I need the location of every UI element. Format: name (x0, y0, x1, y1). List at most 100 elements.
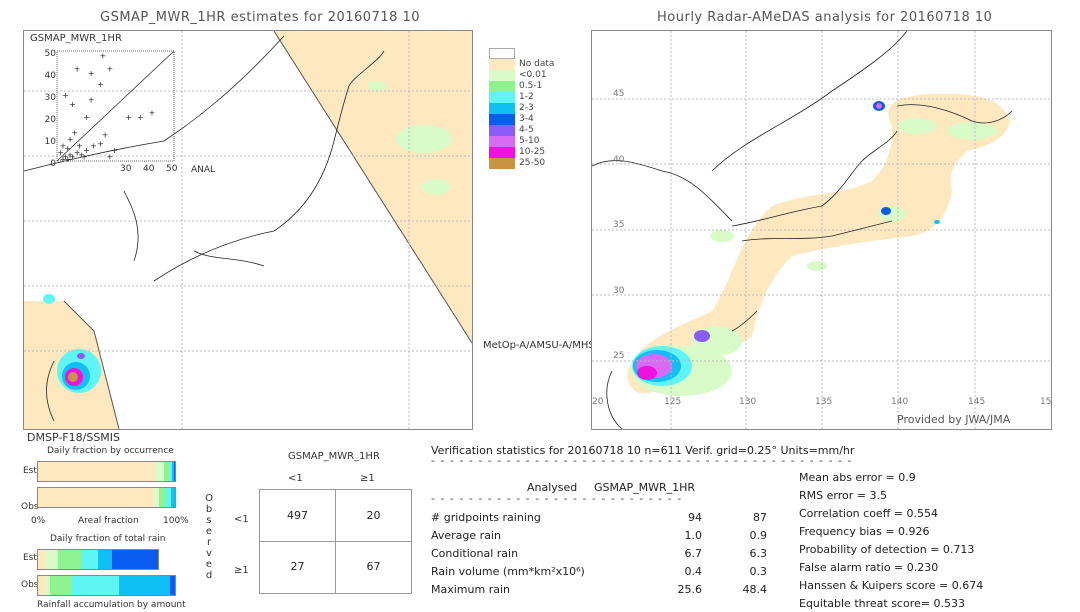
legend-swatch (489, 48, 515, 59)
legend-swatch (489, 136, 515, 147)
occurrence-est-segment (38, 462, 156, 481)
scatter-x-tick: 30 (120, 164, 132, 174)
legend-swatch (489, 70, 515, 81)
legend-swatch (489, 158, 515, 169)
score-item: Frequency bias = 0.926 (799, 525, 930, 538)
scatter-point: + (60, 142, 67, 151)
rain-est-segment (97, 550, 113, 569)
rain-obs-segment (169, 576, 175, 595)
stat-label: Conditional rain (431, 547, 519, 560)
observed-letter: e (205, 526, 213, 537)
rain-obs-segment (50, 576, 73, 595)
legend-label: 4-5 (519, 125, 534, 135)
contingency-cell: 67 (366, 560, 381, 573)
stat-estimate-value: 87 (753, 511, 767, 524)
right-map-canvas (592, 31, 1051, 429)
legend-swatch (489, 125, 515, 136)
legend-label: No data (519, 59, 555, 69)
occurrence-obs-bar (37, 487, 176, 508)
score-item: Hanssen & Kuipers score = 0.674 (799, 579, 984, 592)
score-item: Mean abs error = 0.9 (799, 471, 916, 484)
observed-letter: e (205, 559, 213, 570)
occurrence-est-segment (155, 462, 165, 481)
stat-estimate-value: 0.3 (749, 565, 768, 578)
observed-letter: v (206, 548, 212, 559)
lat-tick: 35 (613, 220, 625, 230)
scatter-point: + (74, 65, 81, 74)
total-rain-obs-bar (37, 575, 176, 596)
contingency-title: GSMAP_MWR_1HR (288, 451, 380, 462)
lat-tick: 20 (592, 397, 604, 407)
legend-label: 10-25 (519, 147, 546, 157)
occurrence-obs-segment (170, 488, 175, 507)
scatter-point: + (137, 113, 144, 122)
score-item: False alarm ratio = 0.230 (799, 561, 939, 574)
scatter-point: + (81, 153, 88, 162)
occurrence-est-bar (37, 461, 176, 482)
scatter-y-tick: 40 (44, 71, 56, 81)
stat-label: # gridpoints raining (431, 511, 541, 524)
contingency-cell: 27 (290, 560, 305, 573)
occurrence-est-segment (173, 462, 175, 481)
scatter-point: + (90, 142, 97, 151)
occurrence-obs-segment (38, 488, 155, 507)
scatter-point: + (88, 69, 95, 78)
rain-obs-segment (72, 576, 119, 595)
scatter-point: + (99, 51, 106, 60)
lat-tick: 40 (613, 155, 625, 165)
occ-obs-label: Obs (21, 502, 39, 512)
rain-obs-label: Obs (21, 580, 39, 590)
observed-letter: d (205, 570, 213, 581)
observed-letter: b (205, 504, 213, 515)
stat-estimate-value: 0.9 (749, 529, 768, 542)
scatter-point: + (106, 65, 113, 74)
contingency-row-header: <1 (234, 514, 249, 525)
scatter-title: GSMAP_MWR_1HR (30, 33, 122, 44)
observed-letter: r (206, 537, 212, 548)
observed-letter: O (205, 493, 213, 504)
swath-label: MetOp-A/AMSU-A/MHS (483, 340, 595, 351)
scatter-point: + (125, 113, 132, 122)
stat-analysed-value: 1.0 (684, 529, 703, 542)
occurrence-obs-segment (158, 488, 166, 507)
stat-analysed-value: 94 (688, 511, 702, 524)
scatter-x-tick: 50 (166, 164, 178, 174)
scatter-y-tick: 10 (44, 137, 56, 147)
observed-axis-label: Observed (204, 493, 214, 581)
scatter-point: + (97, 139, 104, 148)
legend-label: 2-3 (519, 103, 534, 113)
score-item: Equitable threat score= 0.533 (799, 597, 965, 610)
rain-est-segment (45, 550, 58, 569)
legend-swatch (489, 147, 515, 158)
legend-label: <0.01 (519, 70, 547, 80)
occ-axis-right: 100% (163, 516, 189, 526)
right-map-title: Hourly Radar-AMeDAS analysis for 2016071… (657, 10, 993, 25)
left-map-title: GSMAP_MWR_1HR estimates for 20160718 10 (100, 10, 421, 25)
scatter-point: + (102, 131, 109, 140)
scatter-y-tick: 50 (44, 49, 56, 59)
color-legend: No data <0.01 0.5-1 1-2 2-3 3-4 4-5 5-10… (489, 48, 579, 178)
left-map: GSMAP_MWR_1HR + + + + + + + + + + + + + + + + + + + + + + + + + +… (23, 30, 473, 430)
stat-estimate-value: 6.3 (749, 547, 768, 560)
contingency-grid: 497 20 27 67 (259, 489, 412, 594)
sensor-label: DMSP-F18/SSMIS (27, 431, 121, 444)
legend-label: 1-2 (519, 92, 534, 102)
scatter-point: + (97, 80, 104, 89)
stat-estimate-value: 48.4 (742, 583, 768, 596)
scatter-point: + (69, 100, 76, 109)
stat-analysed-value: 25.6 (677, 583, 703, 596)
stat-analysed-value: 0.4 (684, 565, 703, 578)
scatter-point: + (111, 146, 118, 155)
lon-tick: 135 (815, 397, 833, 407)
lon-tick: 125 (664, 397, 682, 407)
lat-tick: 45 (613, 89, 625, 99)
scatter-y-tick: 20 (44, 115, 56, 125)
legend-label: 0.5-1 (519, 81, 543, 91)
legend-swatch (489, 103, 515, 114)
rain-est-segment (38, 550, 46, 569)
lat-tick: 25 (613, 351, 625, 361)
stat-label: Average rain (431, 529, 501, 542)
divider: - - - - - - - - - - - - - - - - - - - - … (431, 454, 853, 467)
occ-axis-mid: Areal fraction (78, 516, 139, 526)
contingency-cell: 497 (287, 509, 308, 522)
